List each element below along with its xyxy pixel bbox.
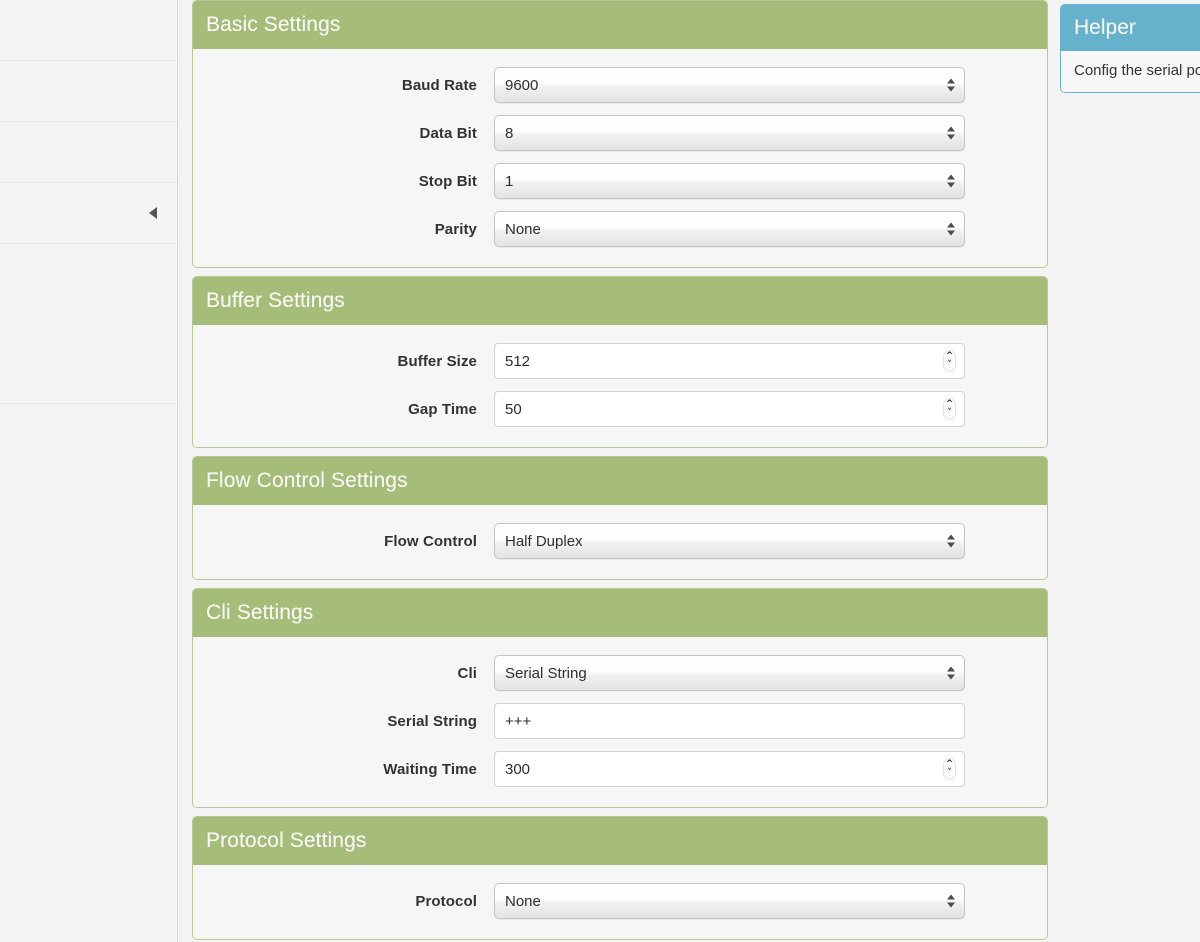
field-label: Protocol bbox=[415, 892, 477, 910]
settings-panel: Basic Settings Baud Rate 9600 Data Bit 8 Stop… bbox=[192, 0, 1048, 268]
field-label: Waiting Time bbox=[383, 760, 477, 778]
field-control: None bbox=[494, 883, 1047, 919]
field-control: +++ bbox=[494, 703, 1047, 739]
sidebar-item-1[interactable]: GS bbox=[0, 61, 177, 122]
field-row: Buffer Size 512 ^ ˅ bbox=[193, 337, 1047, 385]
sidebar-item-2[interactable]: TTINGS bbox=[0, 122, 177, 183]
select-value: Serial String bbox=[505, 664, 587, 682]
input-value: 50 bbox=[505, 400, 522, 418]
panel-title: Cli Settings bbox=[193, 589, 1047, 637]
number-stepper-icon[interactable]: ^ ˅ bbox=[943, 758, 956, 780]
field-label: Stop Bit bbox=[418, 172, 477, 190]
panel-body: Protocol None bbox=[193, 865, 1047, 939]
helper-panel: Helper Config the serial po bbox=[1060, 4, 1200, 93]
field-label: Data Bit bbox=[419, 124, 477, 142]
field-row: Protocol None bbox=[193, 877, 1047, 925]
chevron-updown-icon[interactable] bbox=[947, 222, 955, 236]
field-label: Buffer Size bbox=[397, 352, 477, 370]
select-value: 8 bbox=[505, 124, 514, 142]
number-stepper-icon[interactable]: ^ ˅ bbox=[943, 350, 956, 372]
input-value: 300 bbox=[505, 760, 531, 778]
field-control: 512 ^ ˅ bbox=[494, 343, 1047, 379]
field-control: None bbox=[494, 211, 1047, 247]
select-flow-control[interactable]: Half Duplex bbox=[494, 523, 965, 559]
chevron-updown-icon[interactable] bbox=[947, 78, 955, 92]
field-label: Flow Control bbox=[384, 532, 477, 550]
panel-body: Flow Control Half Duplex bbox=[193, 505, 1047, 579]
number-input-waiting-time[interactable]: 300 ^ ˅ bbox=[494, 751, 965, 787]
select-baud-rate[interactable]: 9600 bbox=[494, 67, 965, 103]
chevron-updown-icon[interactable] bbox=[947, 126, 955, 140]
select-value: 9600 bbox=[505, 76, 539, 94]
field-row: Waiting Time 300 ^ ˅ bbox=[193, 745, 1047, 793]
sidebar: GS TTINGS S bbox=[0, 0, 178, 942]
field-control: 9600 bbox=[494, 67, 1047, 103]
settings-panel: Cli Settings Cli Serial String Serial Strin… bbox=[192, 588, 1048, 808]
field-row: Cli Serial String bbox=[193, 649, 1047, 697]
text-input-serial-string[interactable]: +++ bbox=[494, 703, 965, 739]
select-stop-bit[interactable]: 1 bbox=[494, 163, 965, 199]
panel-title: Basic Settings bbox=[193, 1, 1047, 49]
field-row: Flow Control Half Duplex bbox=[193, 517, 1047, 565]
settings-panel: Protocol Settings Protocol None bbox=[192, 816, 1048, 940]
sidebar-item-0[interactable] bbox=[0, 0, 177, 61]
input-value: 512 bbox=[505, 352, 531, 370]
sidebar-filler bbox=[0, 244, 177, 404]
select-value: None bbox=[505, 892, 541, 910]
field-label: Parity bbox=[434, 220, 477, 238]
panel-title: Protocol Settings bbox=[193, 817, 1047, 865]
chevron-updown-icon[interactable] bbox=[947, 666, 955, 680]
triangle-left-icon[interactable] bbox=[149, 207, 157, 219]
field-control: Serial String bbox=[494, 655, 1047, 691]
select-value: None bbox=[505, 220, 541, 238]
field-row: Data Bit 8 bbox=[193, 109, 1047, 157]
field-label: Gap Time bbox=[408, 400, 477, 418]
input-value: +++ bbox=[505, 712, 532, 730]
field-control: 1 bbox=[494, 163, 1047, 199]
settings-content: Basic Settings Baud Rate 9600 Data Bit 8 Stop… bbox=[179, 0, 1060, 942]
select-cli[interactable]: Serial String bbox=[494, 655, 965, 691]
chevron-updown-icon[interactable] bbox=[947, 174, 955, 188]
field-label: Baud Rate bbox=[401, 76, 477, 94]
panel-body: Buffer Size 512 ^ ˅ Gap Time 50 ^ ˅ bbox=[193, 325, 1047, 447]
field-label: Serial String bbox=[387, 712, 477, 730]
field-row: Baud Rate 9600 bbox=[193, 61, 1047, 109]
field-control: 8 bbox=[494, 115, 1047, 151]
number-input-gap-time[interactable]: 50 ^ ˅ bbox=[494, 391, 965, 427]
settings-panel: Buffer Settings Buffer Size 512 ^ ˅ Gap Time 5… bbox=[192, 276, 1048, 448]
number-stepper-icon[interactable]: ^ ˅ bbox=[943, 398, 956, 420]
number-input-buffer-size[interactable]: 512 ^ ˅ bbox=[494, 343, 965, 379]
panel-list: Basic Settings Baud Rate 9600 Data Bit 8 Stop… bbox=[192, 0, 1048, 940]
field-row: Parity None bbox=[193, 205, 1047, 253]
sidebar-item-3[interactable]: S bbox=[0, 183, 177, 244]
select-data-bit[interactable]: 8 bbox=[494, 115, 965, 151]
select-parity[interactable]: None bbox=[494, 211, 965, 247]
field-control: Half Duplex bbox=[494, 523, 1047, 559]
settings-panel: Flow Control Settings Flow Control Half Du… bbox=[192, 456, 1048, 580]
panel-body: Baud Rate 9600 Data Bit 8 Stop Bit 1 Parity Non… bbox=[193, 49, 1047, 267]
panel-title: Flow Control Settings bbox=[193, 457, 1047, 505]
field-row: Serial String +++ bbox=[193, 697, 1047, 745]
select-value: 1 bbox=[505, 172, 514, 190]
select-value: Half Duplex bbox=[505, 532, 583, 550]
select-protocol[interactable]: None bbox=[494, 883, 965, 919]
field-label: Cli bbox=[457, 664, 477, 682]
field-control: 50 ^ ˅ bbox=[494, 391, 1047, 427]
field-row: Gap Time 50 ^ ˅ bbox=[193, 385, 1047, 433]
panel-body: Cli Serial String Serial String +++ Waiting … bbox=[193, 637, 1047, 807]
panel-title: Buffer Settings bbox=[193, 277, 1047, 325]
helper-title: Helper bbox=[1061, 5, 1200, 51]
chevron-updown-icon[interactable] bbox=[947, 894, 955, 908]
field-control: 300 ^ ˅ bbox=[494, 751, 1047, 787]
chevron-updown-icon[interactable] bbox=[947, 534, 955, 548]
helper-text: Config the serial po bbox=[1061, 51, 1200, 92]
app-root: GS TTINGS S Basic Settings Baud Rate 9600 D… bbox=[0, 0, 1200, 942]
field-row: Stop Bit 1 bbox=[193, 157, 1047, 205]
